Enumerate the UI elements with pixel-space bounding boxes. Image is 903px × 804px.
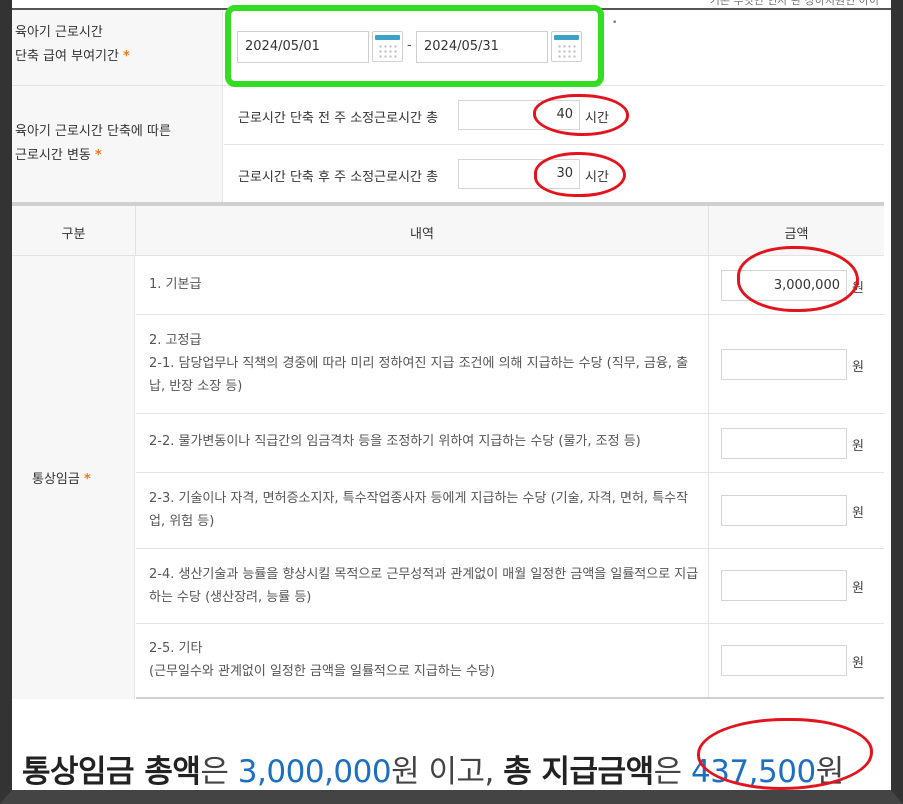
header-divider-1 <box>135 206 136 256</box>
note-mark: • <box>612 18 618 28</box>
required-star: * <box>122 49 130 64</box>
red-circle-after-hours <box>534 152 626 197</box>
required-star: * <box>83 472 91 487</box>
period-label: 육아기 근로시간 단축 급여 부여기간 * <box>15 25 130 64</box>
period-label-cell: 육아기 근로시간 단축 급여 부여기간 * <box>12 10 223 85</box>
category-label: 통상임금 * <box>32 472 91 487</box>
required-star: * <box>94 148 102 163</box>
amount-input[interactable] <box>721 645 847 676</box>
table-row: 2-4. 생산기술과 능률을 향상시킬 목적으로 근무성적과 관계없이 매월 일… <box>136 549 884 624</box>
col-detail-header: 내역 <box>410 227 434 242</box>
item-text: 2-5. 기타 (근무일수와 관계없이 일정한 금액을 일률적으로 지급하는 수… <box>149 641 495 679</box>
currency-unit: 원 <box>852 506 864 521</box>
hours-sub-divider <box>224 144 884 145</box>
currency-unit: 원 <box>852 656 864 671</box>
item-text: 2-3. 기술이나 자격, 면허증소지자, 특수작업종사자 등에게 지급하는 수… <box>149 491 689 529</box>
table-header: 구분 내역 금액 <box>12 204 884 256</box>
item-text: 2. 고정급 2-1. 담당업무나 직책의 경중에 따라 미리 정하여진 지급 … <box>149 333 689 394</box>
amount-input[interactable] <box>721 349 847 380</box>
amount-input[interactable] <box>721 428 847 459</box>
item-text: 2-4. 생산기술과 능률을 향상시킬 목적으로 근무성적과 관계없이 매월 일… <box>149 567 699 605</box>
category-cell: 통상임금 * <box>12 256 135 699</box>
red-circle-before-hours <box>533 94 629 136</box>
item-text: 1. 기본급 <box>149 277 202 292</box>
table-row: 2-3. 기술이나 자격, 면허증소지자, 특수작업종사자 등에게 지급하는 수… <box>136 473 884 549</box>
currency-unit: 원 <box>852 360 864 375</box>
hours-before-label: 근로시간 단축 전 주 소정근로시간 총 <box>238 111 439 126</box>
red-circle-base-pay <box>737 246 859 312</box>
currency-unit: 원 <box>852 581 864 596</box>
hours-label-cell: 육아기 근로시간 단축에 따른 근로시간 변동 * <box>12 86 223 202</box>
top-cut-text: 기존 무엇인 인사 관 상하지원인 아이 <box>709 0 879 7</box>
item-text: 2-2. 물가변동이나 직급간의 임금격차 등을 조정하기 위하여 지급하는 수… <box>149 434 641 449</box>
hours-after-label: 근로시간 단축 후 주 소정근로시간 총 <box>238 170 439 185</box>
table-row: 2. 고정급 2-1. 담당업무나 직책의 경중에 따라 미리 정하여진 지급 … <box>136 315 884 414</box>
amount-input[interactable] <box>721 570 847 601</box>
currency-unit: 원 <box>852 439 864 454</box>
green-highlight-box <box>225 5 604 87</box>
table-row: 2-2. 물가변동이나 직급간의 임금격차 등을 조정하기 위하여 지급하는 수… <box>136 414 884 473</box>
hours-row: 육아기 근로시간 단축에 따른 근로시간 변동 * <box>12 86 884 204</box>
header-divider-2 <box>708 206 709 256</box>
total-wage-value: 3,000,000 <box>237 754 392 790</box>
col-category-header: 구분 <box>61 227 86 242</box>
hours-label: 육아기 근로시간 단축에 따른 근로시간 변동 * <box>15 124 171 163</box>
table-row: 2-5. 기타 (근무일수와 관계없이 일정한 금액을 일률적으로 지급하는 수… <box>136 624 884 699</box>
amount-input[interactable] <box>721 495 847 526</box>
col-amount-header: 금액 <box>784 227 809 242</box>
